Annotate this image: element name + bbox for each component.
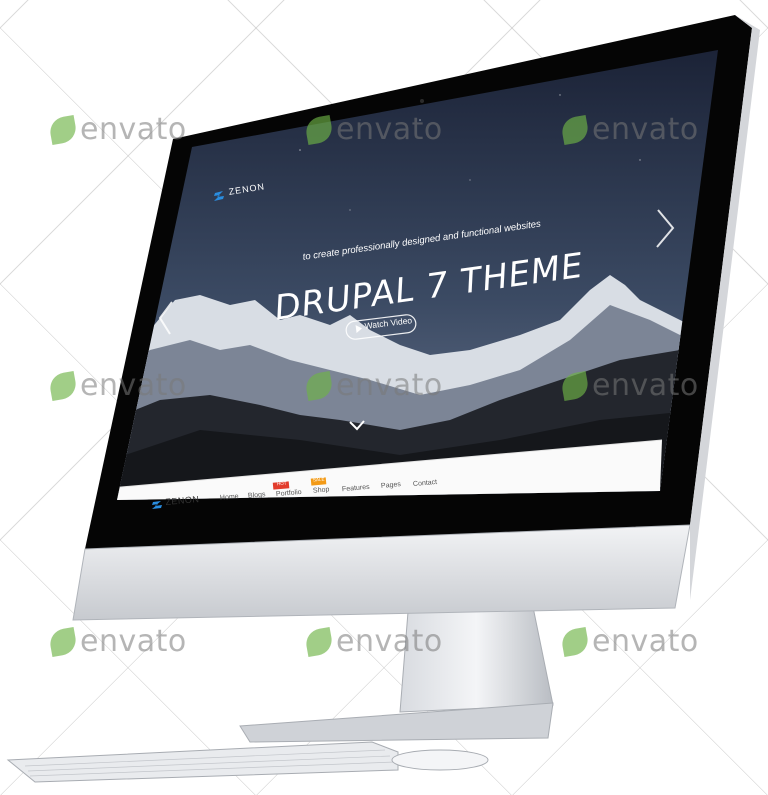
- envato-leaf-icon: [303, 626, 335, 657]
- magic-mouse: [391, 749, 489, 771]
- watermark: envato: [303, 624, 443, 659]
- envato-leaf-icon: [47, 114, 79, 145]
- nav-item-shop[interactable]: Shop: [313, 486, 330, 494]
- envato-leaf-icon: [303, 370, 335, 401]
- envato-leaf-icon: [47, 626, 79, 657]
- envato-leaf-icon: [47, 370, 79, 401]
- envato-leaf-icon: [559, 114, 591, 145]
- watermark: envato: [47, 112, 187, 147]
- badge-hot-label: HOT: [276, 480, 287, 487]
- watermark: envato: [47, 624, 187, 659]
- watermark: envato: [47, 368, 187, 403]
- stand-base: [239, 702, 554, 743]
- watermark: envato: [303, 368, 443, 403]
- keyboard: [6, 741, 399, 783]
- envato-leaf-icon: [559, 370, 591, 401]
- mockup-stage: ZENON to create professionally designed …: [0, 0, 768, 795]
- watermark: envato: [559, 368, 699, 403]
- envato-leaf-icon: [303, 114, 335, 145]
- watermark: envato: [303, 112, 443, 147]
- watermark: envato: [559, 624, 699, 659]
- watermark: envato: [559, 112, 699, 147]
- badge-sale-label: SALE: [312, 476, 325, 483]
- envato-leaf-icon: [559, 626, 591, 657]
